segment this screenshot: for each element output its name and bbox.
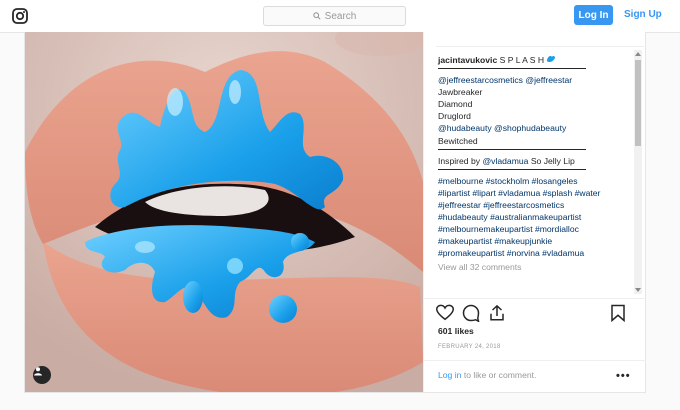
- hashtag-line[interactable]: #lipartist #lipart #vladamua #splash #wa…: [438, 187, 630, 199]
- inspired-prefix: Inspired by: [438, 155, 481, 166]
- caption-title: S P L A S H: [499, 55, 545, 65]
- hashtag-line[interactable]: #makeupartist #makeupjunkie: [438, 235, 630, 247]
- login-button[interactable]: Log In: [574, 5, 613, 25]
- post-date: FEBRUARY 24, 2018: [438, 344, 501, 350]
- signup-link[interactable]: Sign Up: [624, 9, 662, 20]
- header-divider: [436, 38, 644, 47]
- shade-3: Druglord: [438, 111, 471, 122]
- hashtag-line[interactable]: #promakeupartist #norvina #vladamua: [438, 247, 630, 259]
- brand-tags-2[interactable]: @hudabeauty @shophudabeauty: [438, 122, 630, 134]
- view-all-comments-link[interactable]: View all 32 comments: [438, 261, 630, 273]
- search-placeholder: Search: [324, 10, 357, 22]
- post-actions: [435, 304, 636, 323]
- login-link[interactable]: Log in: [438, 370, 461, 380]
- hashtag-line[interactable]: #melbourne #stockholm #losangeles: [438, 175, 630, 187]
- comment-prompt-text: to like or comment.: [463, 370, 537, 380]
- actions-divider: [424, 298, 646, 299]
- login-prompt: Log in to like or comment.: [438, 370, 536, 380]
- share-icon[interactable]: [488, 304, 506, 327]
- post-caption: jacintavukovic S P L A S H @jeffreestarc…: [438, 54, 630, 274]
- comment-icon[interactable]: [462, 304, 480, 327]
- bookmark-icon[interactable]: [610, 304, 626, 327]
- top-navigation-bar: Search Log In Sign Up: [0, 0, 680, 33]
- hashtag-line[interactable]: #hudabeauty #australianmakeupartist: [438, 211, 630, 223]
- hashtag-line[interactable]: #jeffreestar #jeffreestarcosmetics: [438, 199, 630, 211]
- inspired-user-link[interactable]: @vladamua: [482, 156, 528, 166]
- user-tag-icon[interactable]: [33, 366, 51, 384]
- search-icon: [312, 12, 321, 20]
- brand-tags[interactable]: @jeffreestarcosmetics @jeffreestar: [438, 74, 630, 86]
- heart-icon[interactable]: [435, 304, 455, 326]
- shade-2: Diamond: [438, 99, 473, 110]
- caption-rule: [438, 148, 586, 150]
- post-side-panel: jacintavukovic S P L A S H @jeffreestarc…: [423, 32, 646, 392]
- post-card: jacintavukovic S P L A S H @jeffreestarc…: [24, 32, 646, 393]
- hashtag-line[interactable]: #melbournemakeupartist #mordialloc: [438, 223, 630, 235]
- scrollbar-thumb[interactable]: [635, 60, 641, 146]
- scroll-up-arrow-icon[interactable]: [635, 52, 641, 56]
- post-photo[interactable]: [25, 32, 423, 392]
- search-input[interactable]: Search: [263, 6, 406, 26]
- likes-count[interactable]: 601 likes: [438, 326, 474, 336]
- more-options-icon[interactable]: •••: [616, 370, 631, 382]
- water-splash-icon: [546, 55, 556, 65]
- scroll-down-arrow-icon[interactable]: [635, 288, 641, 292]
- caption-rule: [438, 168, 586, 170]
- comment-divider: [424, 360, 646, 361]
- caption-scrollbar[interactable]: [634, 50, 642, 294]
- inspired-suffix: So Jelly Lip: [530, 155, 575, 166]
- caption-username[interactable]: jacintavukovic: [438, 55, 497, 65]
- instagram-icon[interactable]: [12, 8, 28, 24]
- caption-rule: [438, 68, 586, 70]
- shade-4: Bewitched: [438, 135, 478, 146]
- shade-1: Jawbreaker: [438, 87, 483, 98]
